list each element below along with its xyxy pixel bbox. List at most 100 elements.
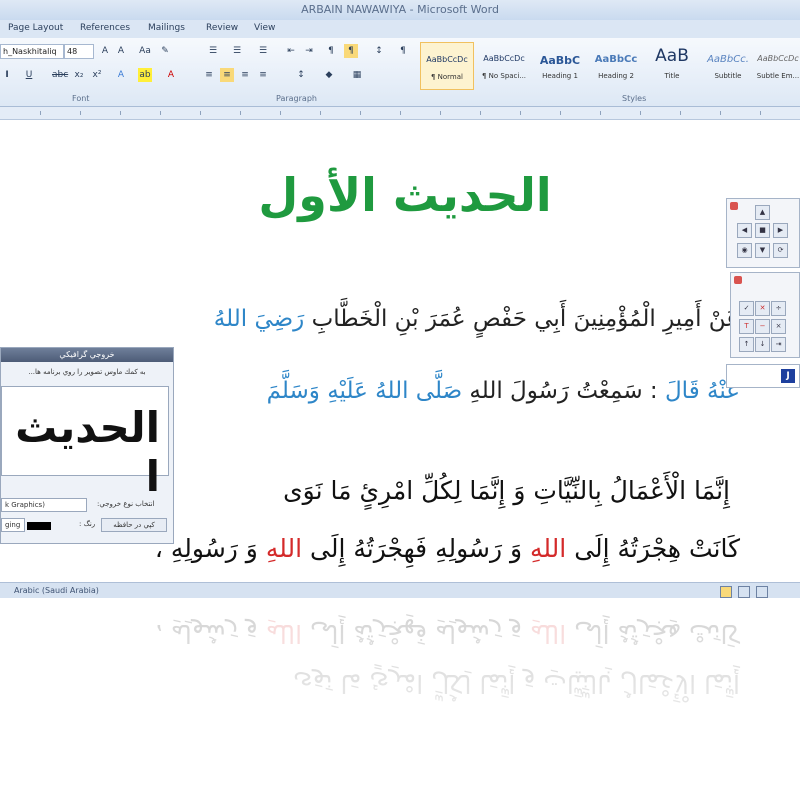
shading-icon[interactable]: ◆ — [322, 68, 336, 82]
honorific-text: رَضِيَ اللهُ — [213, 306, 305, 332]
style-name: ¶ Normal — [430, 73, 463, 81]
ltr-icon[interactable]: ¶ — [324, 44, 338, 58]
style-name: Heading 1 — [542, 72, 578, 80]
multilevel-list-icon[interactable]: ☰ — [256, 44, 270, 58]
close-icon[interactable] — [734, 276, 742, 284]
font-color-icon[interactable]: A — [164, 68, 178, 82]
text-run: عَنْ أَمِيرِ الْمُؤْمِنِينَ أَبِي حَفْصٍ… — [304, 306, 740, 332]
full-screen-icon[interactable] — [738, 586, 750, 598]
superscript-icon[interactable]: x² — [90, 68, 104, 82]
line-spacing-icon[interactable]: ↕ — [294, 68, 308, 82]
output-type-label: انتخاب نوع خروجي: — [97, 500, 155, 508]
eye-icon[interactable]: ◉ — [737, 243, 752, 258]
style-subtitle[interactable]: AaBbCc. Subtitle — [702, 42, 754, 88]
close-icon[interactable] — [730, 202, 738, 210]
tab-mailings[interactable]: Mailings — [148, 23, 185, 33]
text-line-3[interactable]: إِنَّمَا الْأَعْمَالُ بِالنِّيَّاتِ وَ إ… — [283, 476, 730, 505]
tab-references[interactable]: References — [80, 23, 130, 33]
panel-hint: به كمك ماوس تصوير را روي برنامه ها... — [28, 368, 146, 376]
text-line-4[interactable]: كَانَتْ هِجْرَتُهُ إِلَى اللهِ وَ رَسُول… — [155, 534, 740, 563]
arrow-right-icon[interactable]: ▶ — [773, 223, 788, 238]
text-line-1[interactable]: عَنْ أَمِيرِ الْمُؤْمِنِينَ أَبِي حَفْصٍ… — [214, 306, 740, 332]
show-formatting-icon[interactable]: ¶ — [396, 44, 410, 58]
style-preview: AaBbCcDc — [757, 54, 799, 63]
group-paragraph-label: Paragraph — [276, 94, 317, 103]
style-title[interactable]: AaB Title — [646, 42, 698, 88]
style-no-spacing[interactable]: AaBbCcDc ¶ No Spaci... — [478, 42, 530, 88]
style-heading-2[interactable]: AaBbCc Heading 2 — [590, 42, 642, 88]
style-name: Title — [664, 72, 680, 80]
web-layout-icon[interactable] — [756, 586, 768, 598]
reflection: إِنَّمَا الْأَعْمَالُ بِالنِّيَّاتِ وَ إ… — [0, 598, 800, 800]
output-type-select[interactable]: k Graphics) — [1, 498, 87, 512]
horizontal-ruler[interactable] — [0, 107, 800, 120]
text-run: كَانَتْ هِجْرَتُهُ إِلَى — [566, 534, 740, 563]
tab-page-layout[interactable]: Page Layout — [8, 23, 63, 33]
style-name: ¶ No Spaci... — [481, 72, 527, 80]
numbering-icon[interactable]: ☰ — [230, 44, 244, 58]
grow-font-icon[interactable]: A — [98, 44, 112, 58]
align-left-icon[interactable]: ≡ — [202, 68, 216, 82]
font-size-field[interactable]: 48 — [64, 44, 94, 59]
style-name: Heading 2 — [598, 72, 634, 80]
color-swatch[interactable] — [27, 522, 51, 530]
bullets-icon[interactable]: ☰ — [206, 44, 220, 58]
rtl-icon[interactable]: ¶ — [344, 44, 358, 58]
symbol-key[interactable]: T — [739, 319, 754, 334]
subscript-icon[interactable]: x₂ — [72, 68, 86, 82]
sort-icon[interactable]: ↕ — [372, 44, 386, 58]
reflection-fade — [0, 598, 800, 800]
text-line-2[interactable]: عَنْهُ قَالَ : سَمِعْتُ رَسُولَ اللهِ صَ… — [267, 378, 740, 404]
underline-icon[interactable]: U — [22, 68, 36, 82]
allah-word: اللهِ — [265, 534, 303, 563]
tab-review[interactable]: Review — [206, 23, 238, 33]
style-heading-1[interactable]: AaBbC Heading 1 — [534, 42, 586, 88]
align-center-icon[interactable]: ≡ — [220, 68, 234, 82]
ribbon-tabs: Page Layout References Mailings Review V… — [0, 20, 800, 38]
font-name-field[interactable]: h_Naskhitaliq — [0, 44, 64, 59]
symbol-key[interactable]: × — [771, 319, 786, 334]
language-status[interactable]: Arabic (Saudi Arabia) — [14, 583, 99, 599]
increase-indent-icon[interactable]: ⇥ — [302, 44, 316, 58]
refresh-icon[interactable]: ⟳ — [773, 243, 788, 258]
arrow-left-icon[interactable]: ◀ — [737, 223, 752, 238]
text-run: : سَمِعْتُ رَسُولَ اللهِ — [462, 378, 665, 404]
graphic-preview[interactable]: الحديث ا — [1, 386, 169, 501]
symbol-key[interactable]: ⇥ — [771, 337, 786, 352]
group-font-label: Font — [72, 94, 90, 103]
document-heading[interactable]: الحديث الأول — [250, 168, 560, 222]
symbol-key[interactable]: ÷ — [771, 301, 786, 316]
align-right-icon[interactable]: ≡ — [238, 68, 252, 82]
highlight-icon[interactable]: ab — [138, 68, 152, 82]
tab-view[interactable]: View — [254, 23, 275, 33]
borders-icon[interactable]: ▦ — [350, 68, 364, 82]
arrow-down-icon[interactable]: ▼ — [755, 243, 770, 258]
language-indicator[interactable]: J — [726, 364, 800, 388]
center-icon[interactable]: ■ — [755, 223, 770, 238]
symbol-key[interactable]: ✕ — [755, 301, 770, 316]
text-effects-icon[interactable]: A — [114, 68, 128, 82]
size-field[interactable]: ging — [1, 518, 25, 532]
style-subtle-emphasis[interactable]: AaBbCcDc Subtle Em... — [756, 42, 800, 88]
symbol-key[interactable]: ↓ — [755, 337, 770, 352]
style-name: Subtle Em... — [756, 72, 800, 80]
bold-icon[interactable]: I — [0, 68, 14, 82]
symbol-key[interactable]: ↑ — [739, 337, 754, 352]
shrink-font-icon[interactable]: A — [114, 44, 128, 58]
symbol-key[interactable]: ✓ — [739, 301, 754, 316]
style-preview: AaBbCc. — [707, 54, 749, 65]
copy-to-memory-button[interactable]: كپي در حافظه — [101, 518, 167, 532]
style-normal[interactable]: AaBbCcDc ¶ Normal — [420, 42, 474, 90]
arrow-up-icon[interactable]: ▲ — [755, 205, 770, 220]
decrease-indent-icon[interactable]: ⇤ — [284, 44, 298, 58]
group-styles-label: Styles — [622, 94, 647, 103]
change-case-icon[interactable]: Aa — [138, 44, 152, 58]
strikethrough-icon[interactable]: abc — [52, 68, 68, 82]
clear-format-icon[interactable]: ✎ — [158, 44, 172, 58]
justify-icon[interactable]: ≡ — [256, 68, 270, 82]
print-layout-icon[interactable] — [720, 586, 732, 598]
symbol-key[interactable]: − — [755, 319, 770, 334]
style-preview: AaBbCcDc — [483, 54, 525, 63]
window-title: ARBAIN NAWAWIYA - Microsoft Word — [301, 3, 499, 16]
style-name: Subtitle — [714, 72, 742, 80]
